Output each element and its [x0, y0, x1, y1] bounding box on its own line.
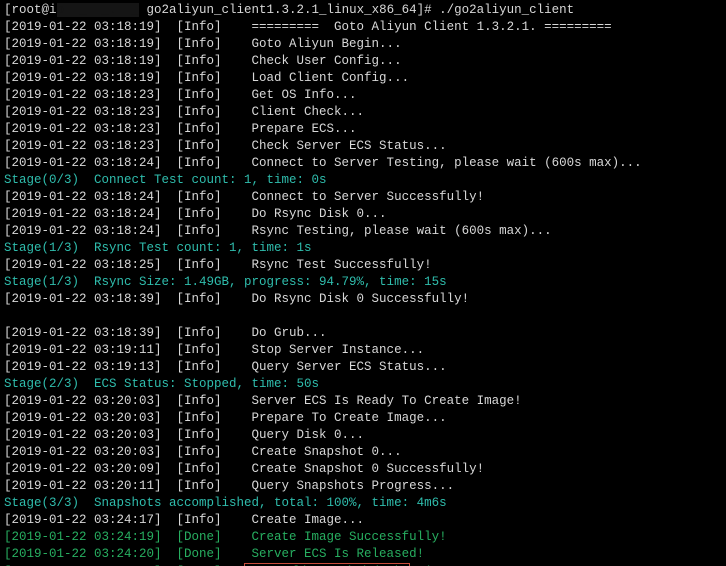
log-line: [2019-01-22 03:19:13] [Info] Query Serve…	[4, 359, 722, 376]
prompt-command: ./go2aliyun_client	[439, 3, 574, 17]
log-line: [2019-01-22 03:19:11] [Info] Stop Server…	[4, 342, 722, 359]
log-line: [2019-01-22 03:18:19] [Info] Check User …	[4, 53, 722, 70]
stage-2: Stage(2/3) ECS Status: Stopped, time: 50…	[4, 376, 722, 393]
log-line: [2019-01-22 03:20:03] [Info] Server ECS …	[4, 393, 722, 410]
log-line: [2019-01-22 03:18:39] [Info] Do Rsync Di…	[4, 291, 722, 308]
stage-3: Stage(3/3) Snapshots accomplished, total…	[4, 495, 722, 512]
stage-0: Stage(0/3) Connect Test count: 1, time: …	[4, 172, 722, 189]
log-line: [2019-01-22 03:24:20] [Done] Server ECS …	[4, 546, 722, 563]
log-line: [2019-01-22 03:20:03] [Info] Prepare To …	[4, 410, 722, 427]
terminal[interactable]: [root@ip _ _. _ go2aliyun_client1.3.2.1_…	[0, 0, 726, 566]
log-line: [2019-01-22 03:18:19] [Info] ========= G…	[4, 19, 722, 36]
log-line: [2019-01-22 03:18:39] [Info] Do Grub...	[4, 325, 722, 342]
log-line: [2019-01-22 03:18:24] [Info] Rsync Testi…	[4, 223, 722, 240]
prompt-path: go2aliyun_client1.3.2.1_linux_x86_64]#	[139, 3, 439, 17]
prompt-line: [root@ip _ _. _ go2aliyun_client1.3.2.1_…	[4, 2, 722, 19]
log-line: [2019-01-22 03:20:03] [Info] Create Snap…	[4, 444, 722, 461]
prompt-user: [root@i	[4, 3, 57, 17]
log-line: [2019-01-22 03:18:23] [Info] Prepare ECS…	[4, 121, 722, 138]
log-line: [2019-01-22 03:20:11] [Info] Query Snaps…	[4, 478, 722, 495]
log-line: [2019-01-22 03:24:17] [Info] Create Imag…	[4, 512, 722, 529]
log-line: [2019-01-22 03:18:23] [Info] Get OS Info…	[4, 87, 722, 104]
log-line: [2019-01-22 03:18:23] [Info] Check Serve…	[4, 138, 722, 155]
log-line: [2019-01-22 03:18:24] [Info] Do Rsync Di…	[4, 206, 722, 223]
log-line: [2019-01-22 03:18:25] [Info] Rsync Test …	[4, 257, 722, 274]
redacted-hostname: p _ _. _	[57, 3, 140, 17]
log-line: [2019-01-22 03:18:19] [Info] Load Client…	[4, 70, 722, 87]
blank-line	[4, 308, 722, 325]
log-line: [2019-01-22 03:18:19] [Info] Goto Aliyun…	[4, 36, 722, 53]
log-line: [2019-01-22 03:20:03] [Info] Query Disk …	[4, 427, 722, 444]
log-line: [2019-01-22 03:18:24] [Info] Connect to …	[4, 189, 722, 206]
log-line: [2019-01-22 03:18:23] [Info] Client Chec…	[4, 104, 722, 121]
stage-1b: Stage(1/3) Rsync Size: 1.49GB, progress:…	[4, 274, 722, 291]
log-line: [2019-01-22 03:24:19] [Done] Create Imag…	[4, 529, 722, 546]
stage-1a: Stage(1/3) Rsync Test count: 1, time: 1s	[4, 240, 722, 257]
log-line: [2019-01-22 03:20:09] [Info] Create Snap…	[4, 461, 722, 478]
log-line: [2019-01-22 03:18:24] [Info] Connect to …	[4, 155, 722, 172]
